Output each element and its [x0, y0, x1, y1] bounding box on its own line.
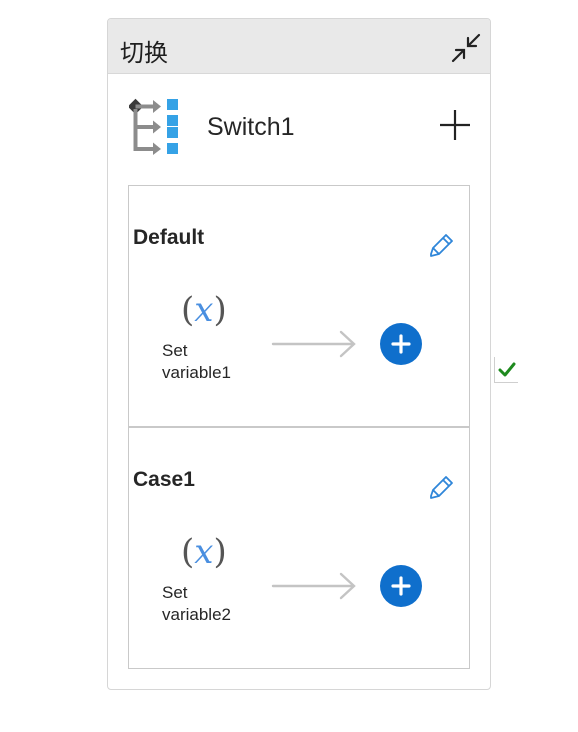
case-card-case1[interactable]: Case1 (x) Set variable2 [128, 427, 470, 669]
add-action-button[interactable] [380, 565, 422, 607]
pencil-icon [430, 476, 453, 499]
plus-icon [391, 576, 411, 596]
switch-icon [129, 98, 178, 155]
pencil-icon [430, 234, 453, 257]
case-title: Case1 [133, 468, 195, 491]
set-variable-action[interactable]: (x) Set variable2 [161, 532, 241, 632]
action-label: Set variable2 [162, 583, 231, 624]
switch-row: Switch1 [108, 93, 490, 157]
plus-icon [440, 110, 470, 140]
add-action-button[interactable] [380, 323, 422, 365]
arrow-icon [271, 572, 356, 600]
arrow-icon [271, 330, 356, 358]
collapse-arrows-icon [451, 33, 481, 63]
variable-icon: (x) [181, 290, 227, 330]
case-title: Default [133, 226, 205, 249]
panel-title: 切换 [120, 39, 168, 67]
collapse-button[interactable] [449, 31, 483, 65]
edit-case-button[interactable] [425, 474, 455, 504]
plus-icon [391, 334, 411, 354]
add-case-button[interactable] [435, 105, 475, 145]
page: 切换 Switch1 Default (x) Set variable1 Cas… [0, 0, 578, 732]
panel-header: 切换 [108, 19, 490, 74]
checkmark-icon [498, 362, 516, 377]
action-label: Set variable1 [162, 341, 231, 382]
edit-case-button[interactable] [425, 232, 455, 262]
switch-name[interactable]: Switch1 [207, 113, 295, 142]
switch-panel: 切换 Switch1 Default (x) Set variable1 Cas… [107, 18, 491, 690]
set-variable-action[interactable]: (x) Set variable1 [161, 290, 241, 390]
variable-icon: (x) [181, 532, 227, 572]
status-check [494, 357, 518, 383]
case-card-default[interactable]: Default (x) Set variable1 [128, 185, 470, 427]
